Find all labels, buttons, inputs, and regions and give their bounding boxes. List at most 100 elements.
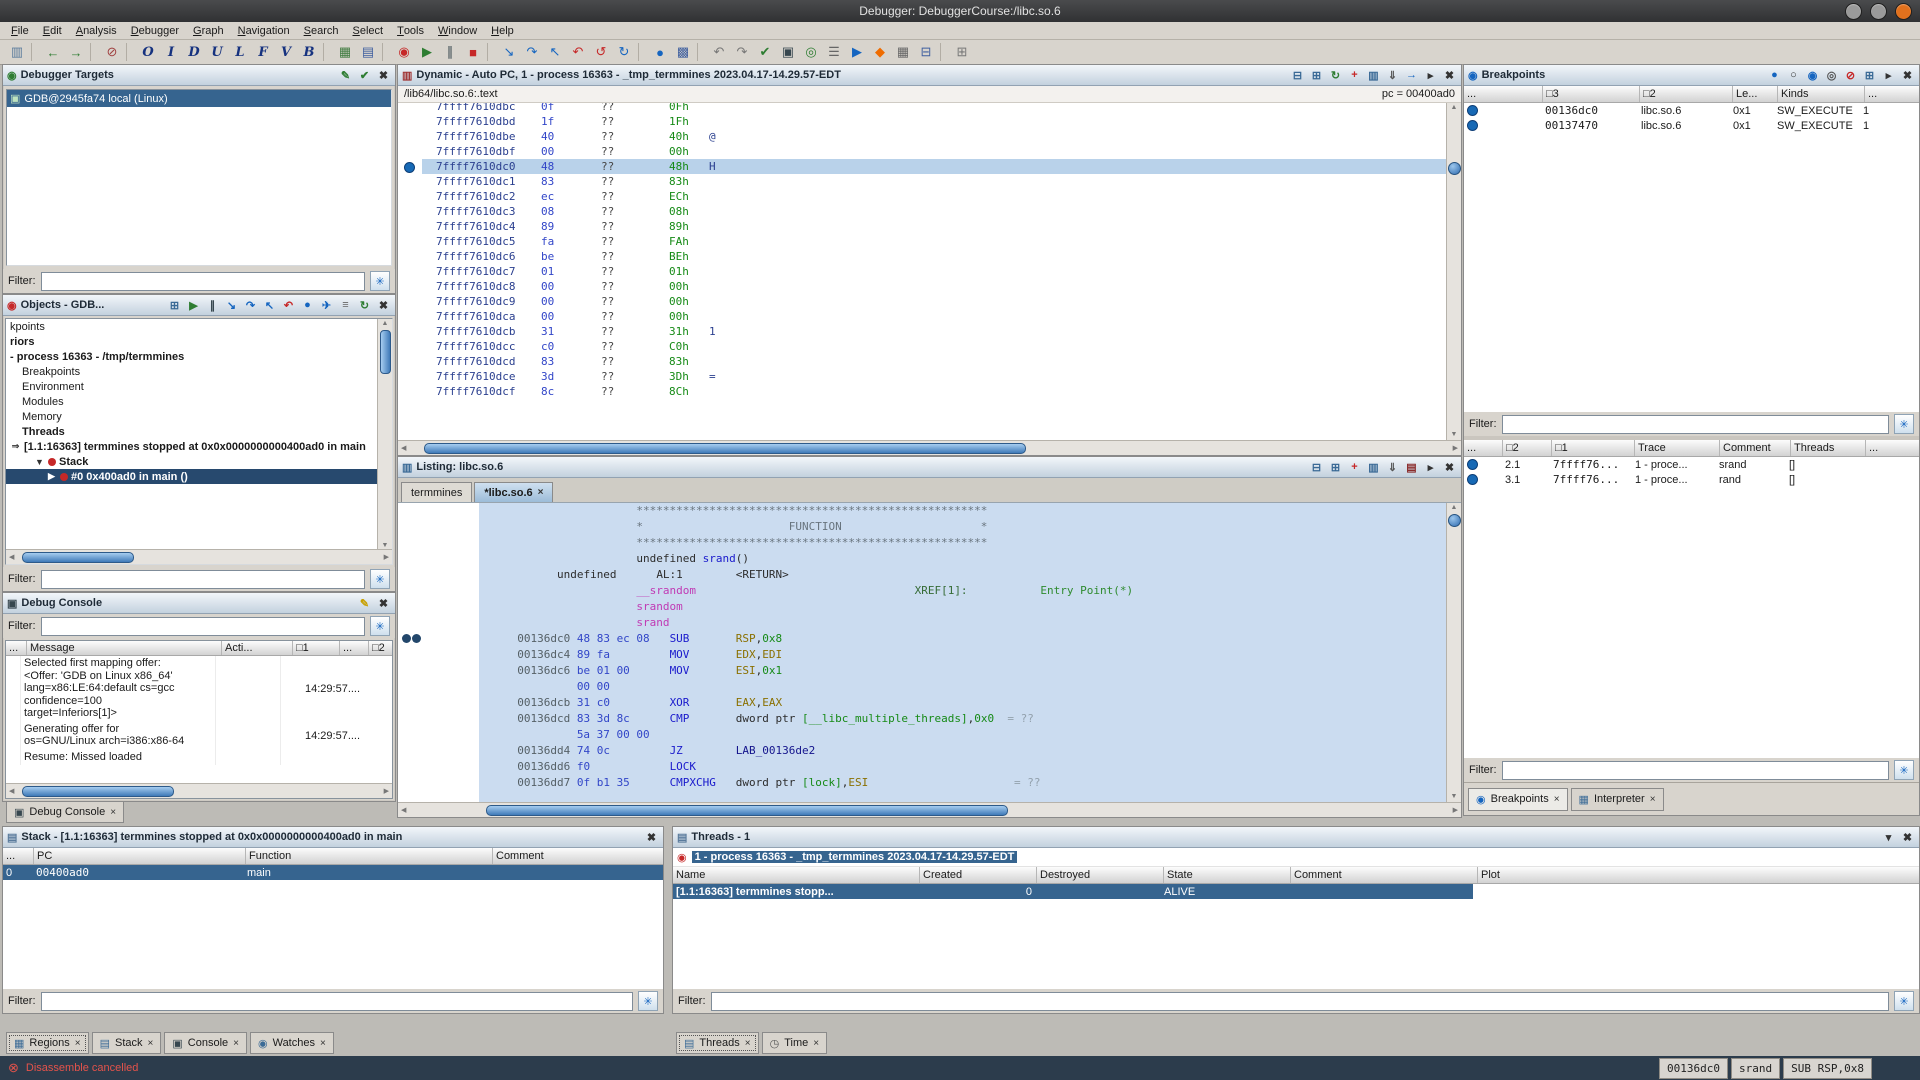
tab-breakpoints[interactable]: ◉Breakpoints× bbox=[1468, 788, 1568, 811]
console-message-row[interactable]: Generating offer foros=GNU/Linux arch=i3… bbox=[6, 722, 392, 750]
tab-regions[interactable]: ▦Regions× bbox=[6, 1032, 89, 1054]
refresh-icon[interactable]: ↻ bbox=[357, 298, 372, 313]
disassembly-row[interactable]: 7ffff7610dccc0??C0h bbox=[398, 339, 1461, 354]
clear-all-icon[interactable]: ⊘ bbox=[1843, 68, 1858, 83]
tab-threads[interactable]: ▤Threads× bbox=[676, 1032, 759, 1054]
breakpoint-location-row[interactable]: 2.17ffff76...1 - proce...srand[] bbox=[1464, 457, 1919, 472]
disassembly-row[interactable]: 7ffff7610dc2ec??ECh bbox=[398, 189, 1461, 204]
export-icon[interactable]: ⇓ bbox=[1385, 68, 1400, 83]
forward-icon[interactable]: → bbox=[65, 41, 87, 63]
disassembly-row[interactable]: 7ffff7610dc183??83h bbox=[398, 174, 1461, 189]
launch-icon[interactable]: ✈ bbox=[319, 298, 334, 313]
filter-options-icon[interactable]: ✳ bbox=[370, 616, 390, 636]
menu-item-analysis[interactable]: Analysis bbox=[69, 22, 124, 39]
export-icon[interactable]: ⇓ bbox=[1385, 460, 1400, 475]
column-header[interactable]: Name bbox=[673, 867, 920, 883]
tree-node[interactable]: ▼Stack bbox=[6, 454, 392, 469]
listing-line[interactable]: ****************************************… bbox=[398, 503, 1461, 519]
filter-input[interactable] bbox=[41, 992, 634, 1011]
horizontal-scrollbar[interactable]: ◀ ▶ bbox=[398, 440, 1461, 455]
disable-all-icon[interactable]: ◎ bbox=[1824, 68, 1839, 83]
breakpoint-icon[interactable]: ● bbox=[649, 41, 671, 63]
tree-node[interactable]: kpoints bbox=[6, 319, 392, 334]
listing-line[interactable]: 00136dd6 f0 LOCK bbox=[398, 759, 1461, 775]
listing-line[interactable]: 00136dc0 48 83 ec 08 SUB RSP,0x8 bbox=[398, 631, 1461, 647]
menu-item-edit[interactable]: Edit bbox=[36, 22, 69, 39]
expand-icon[interactable]: ▶ bbox=[46, 471, 57, 482]
scroll-up-icon[interactable]: ▲ bbox=[1451, 104, 1458, 112]
listing-line[interactable]: srandom bbox=[398, 599, 1461, 615]
cursor-U-icon[interactable]: U bbox=[206, 41, 228, 63]
step-back-icon[interactable]: ↶ bbox=[281, 298, 296, 313]
close-icon[interactable]: ✖ bbox=[376, 68, 391, 83]
cursor-D-icon[interactable]: D bbox=[183, 41, 205, 63]
column-header[interactable]: □2 bbox=[369, 641, 393, 655]
horizontal-scrollbar[interactable]: ◀ ▶ bbox=[398, 802, 1461, 817]
horizontal-scrollbar[interactable]: ◀ ▶ bbox=[6, 783, 392, 798]
book-icon[interactable]: ▤ bbox=[1404, 460, 1419, 475]
minimize-button[interactable] bbox=[1845, 3, 1862, 20]
connect-icon[interactable]: ✎ bbox=[338, 68, 353, 83]
close-tab-icon[interactable]: × bbox=[745, 1038, 751, 1049]
column-header[interactable]: □2 bbox=[1503, 440, 1552, 456]
accept-icon[interactable]: ✔ bbox=[357, 68, 372, 83]
table-icon[interactable]: ▥ bbox=[1366, 460, 1381, 475]
column-header[interactable]: Destroyed bbox=[1037, 867, 1164, 883]
tree-node[interactable]: Memory bbox=[6, 409, 392, 424]
menu-item-graph[interactable]: Graph bbox=[186, 22, 231, 39]
disassembly-row[interactable]: 7ffff7610dc489??89h bbox=[398, 219, 1461, 234]
cursor-B-icon[interactable]: B bbox=[298, 41, 320, 63]
filter-input[interactable] bbox=[1502, 415, 1890, 434]
interrupt-icon[interactable]: ∥ bbox=[205, 298, 220, 313]
close-tab-icon[interactable]: × bbox=[1650, 794, 1656, 805]
listing-line[interactable]: undefined srand() bbox=[398, 551, 1461, 567]
close-icon[interactable]: ✖ bbox=[376, 596, 391, 611]
scrollbar-thumb[interactable] bbox=[22, 786, 174, 797]
options-icon[interactable]: ≡ bbox=[338, 298, 353, 313]
menu-icon[interactable]: ▸ bbox=[1423, 68, 1438, 83]
play-circle-icon[interactable]: ▶ bbox=[846, 41, 868, 63]
column-header[interactable]: Comment bbox=[1720, 440, 1791, 456]
breakpoint-row[interactable]: 00136dc0libc.so.60x1SW_EXECUTE1 bbox=[1464, 103, 1919, 118]
column-header[interactable]: □1 bbox=[1552, 440, 1635, 456]
interrupt-icon[interactable]: ∥ bbox=[439, 41, 461, 63]
close-tab-icon[interactable]: × bbox=[148, 1038, 154, 1049]
filter-options-icon[interactable]: ✳ bbox=[638, 991, 658, 1011]
vertical-scrollbar[interactable]: ▲ ▼ bbox=[377, 319, 392, 551]
menu-icon[interactable]: ▸ bbox=[1881, 68, 1896, 83]
column-header[interactable]: □1 bbox=[293, 641, 340, 655]
listing-line[interactable]: 00136dcb 31 c0 XOR EAX,EAX bbox=[398, 695, 1461, 711]
undo-icon[interactable]: ↶ bbox=[708, 41, 730, 63]
current-marker-icon[interactable]: ⇒ bbox=[10, 441, 21, 452]
close-icon[interactable]: ✖ bbox=[644, 830, 659, 845]
disassembly-row[interactable]: 7ffff7610dbf00??00h bbox=[398, 144, 1461, 159]
listing-line[interactable]: 00136dd4 74 0c JZ LAB_00136de2 bbox=[398, 743, 1461, 759]
enable-icon[interactable]: ● bbox=[1767, 68, 1782, 83]
console-message-row[interactable]: Resume: Missed loaded bbox=[6, 750, 392, 766]
listing-line[interactable]: * FUNCTION * bbox=[398, 519, 1461, 535]
redo-icon[interactable]: ↷ bbox=[731, 41, 753, 63]
scrollbar-thumb[interactable] bbox=[486, 805, 1008, 816]
chart-icon[interactable]: ▥ bbox=[1366, 68, 1381, 83]
track-pc-icon[interactable]: + bbox=[1347, 68, 1362, 83]
column-header[interactable]: ... bbox=[3, 848, 34, 864]
scroll-down-icon[interactable]: ▼ bbox=[1451, 431, 1458, 439]
tab-time[interactable]: ◷Time× bbox=[762, 1032, 828, 1054]
clone-icon[interactable]: ⊟ bbox=[1309, 460, 1324, 475]
console-message-row[interactable]: Selected first mapping offer:<Offer: 'GD… bbox=[6, 656, 392, 722]
disassembly-row[interactable]: 7ffff7610dcf8c??8Ch bbox=[398, 384, 1461, 399]
column-header[interactable]: Threads bbox=[1791, 440, 1866, 456]
disassembly-row[interactable]: 7ffff7610dc5fa??FAh bbox=[398, 234, 1461, 249]
scroll-right-icon[interactable]: ▶ bbox=[1453, 444, 1458, 452]
scrollbar-thumb[interactable] bbox=[1448, 162, 1461, 175]
disable-icon[interactable]: ○ bbox=[1786, 68, 1801, 83]
disassembly-row[interactable]: 7ffff7610dc048??48hH bbox=[398, 159, 1461, 174]
menu-item-file[interactable]: File bbox=[4, 22, 36, 39]
cursor-V-icon[interactable]: V bbox=[275, 41, 297, 63]
disassembly-row[interactable]: 7ffff7610dc308??08h bbox=[398, 204, 1461, 219]
close-tab-icon[interactable]: × bbox=[75, 1038, 81, 1049]
listing-line[interactable]: srand bbox=[398, 615, 1461, 631]
column-header[interactable]: □3 bbox=[1543, 86, 1640, 102]
disassembly-row[interactable]: 7ffff7610dbe40??40h@ bbox=[398, 129, 1461, 144]
scroll-right-icon[interactable]: ▶ bbox=[1453, 806, 1458, 814]
